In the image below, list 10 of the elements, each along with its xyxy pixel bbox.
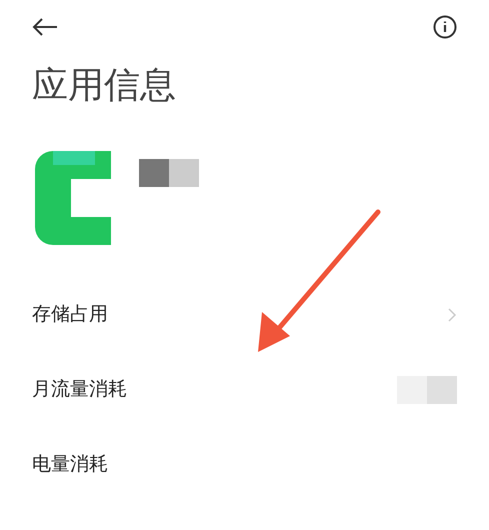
chevron-right-icon: [447, 306, 457, 323]
back-icon[interactable]: [32, 17, 58, 37]
settings-row-label[interactable]: 存储占用: [32, 300, 108, 329]
app-icon: [35, 151, 111, 246]
pixelated-app-name-drawing: [139, 159, 199, 188]
settings-row-label[interactable]: 月流量消耗: [32, 375, 127, 404]
blurred-value-drawing: [397, 376, 457, 404]
page-title: 应用信息: [31, 64, 177, 108]
settings-row-label[interactable]: 电量消耗: [32, 450, 108, 479]
info-icon[interactable]: [433, 15, 457, 39]
